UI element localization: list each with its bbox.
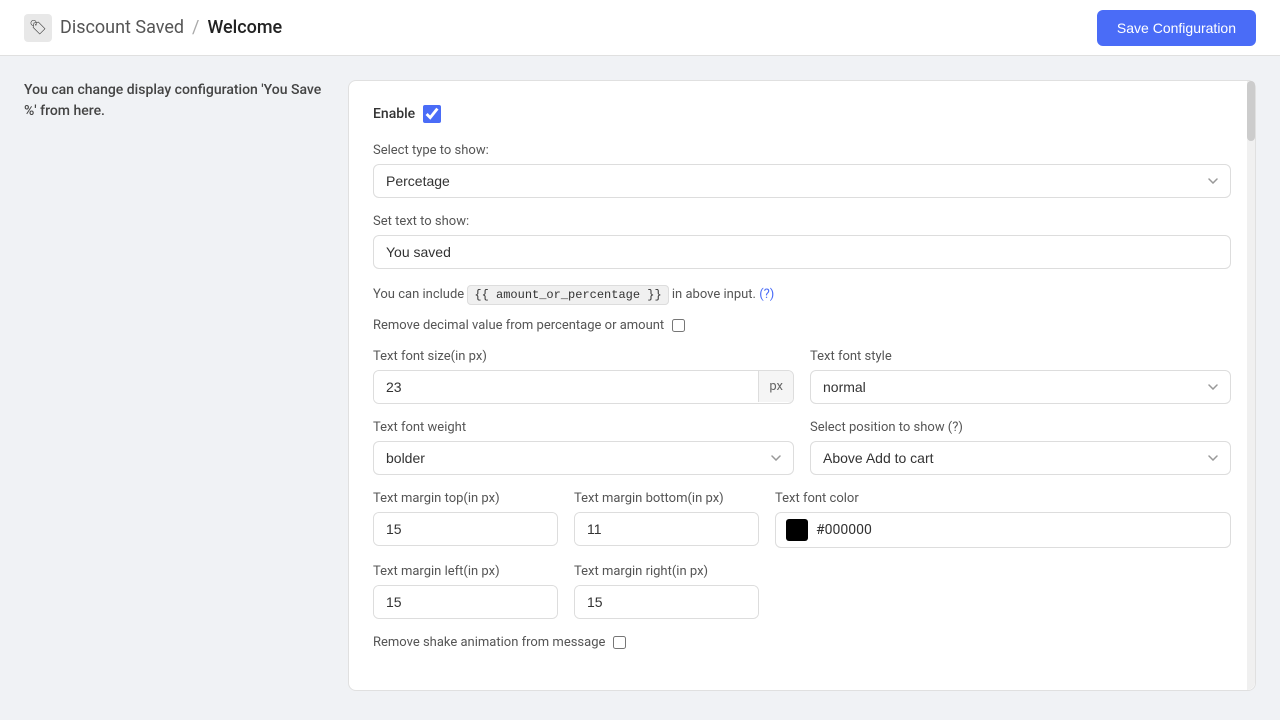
margin-left-col: Text margin left(in px) px <box>373 564 558 619</box>
set-text-input[interactable] <box>373 235 1231 269</box>
select-type-label: Select type to show: <box>373 143 1231 158</box>
font-color-input-group[interactable]: #000000 <box>775 512 1231 548</box>
margin-right-col: Text margin right(in px) px <box>574 564 759 619</box>
font-style-dropdown[interactable]: normal italic oblique <box>810 370 1231 404</box>
hint-help-link[interactable]: (?) <box>759 287 774 302</box>
position-col: Select position to show (?) Above Add to… <box>810 420 1231 475</box>
font-color-col: Text font color #000000 <box>775 491 1231 548</box>
font-weight-col: Text font weight normal bold bolder ligh… <box>373 420 794 475</box>
config-panel: Enable Select type to show: Percetage Am… <box>348 80 1256 691</box>
breadcrumb-item-welcome: Welcome <box>207 17 282 38</box>
app-icon: 🏷 <box>24 14 52 42</box>
margin-left-right-row: Text margin left(in px) px Text margin r… <box>373 564 1231 619</box>
margin-left-input-group: px <box>373 585 558 619</box>
margin-top-input-group: px <box>373 512 558 546</box>
scrollbar-track[interactable] <box>1247 81 1255 690</box>
enable-row: Enable <box>373 105 1231 123</box>
margin-left-label: Text margin left(in px) <box>373 564 558 579</box>
hint-text-before: You can include <box>373 287 464 302</box>
font-size-unit: px <box>758 371 793 402</box>
margin-top-label: Text margin top(in px) <box>373 491 558 506</box>
margin-bottom-label: Text margin bottom(in px) <box>574 491 759 506</box>
font-size-input-group: px <box>373 370 794 404</box>
enable-label: Enable <box>373 106 415 122</box>
font-weight-dropdown[interactable]: normal bold bolder lighter <box>373 441 794 475</box>
breadcrumb-separator: / <box>192 17 199 38</box>
margin-right-input-group: px <box>574 585 759 619</box>
margin-right-input[interactable] <box>575 586 759 618</box>
set-text-label: Set text to show: <box>373 214 1231 229</box>
font-style-label: Text font style <box>810 349 1231 364</box>
hint-row: You can include {{ amount_or_percentage … <box>373 285 1231 306</box>
scrollbar-thumb[interactable] <box>1247 81 1255 141</box>
main-content: You can change display configuration 'Yo… <box>0 56 1280 715</box>
remove-shake-row: Remove shake animation from message <box>373 635 1231 650</box>
margin-bottom-input[interactable] <box>575 513 759 545</box>
font-weight-label: Text font weight <box>373 420 794 435</box>
hint-code: {{ amount_or_percentage }} <box>467 285 668 305</box>
font-weight-position-row: Text font weight normal bold bolder ligh… <box>373 420 1231 475</box>
font-size-col: Text font size(in px) px <box>373 349 794 404</box>
color-swatch <box>786 519 808 541</box>
color-value: #000000 <box>816 522 872 538</box>
breadcrumb-item-discount-saved: Discount Saved <box>60 17 184 38</box>
margin-top-bottom-color-row: Text margin top(in px) px Text margin bo… <box>373 491 1231 548</box>
remove-shake-checkbox[interactable] <box>613 636 626 649</box>
margin-right-label: Text margin right(in px) <box>574 564 759 579</box>
select-type-row: Select type to show: Percetage Amount Bo… <box>373 143 1231 198</box>
font-style-col: Text font style normal italic oblique <box>810 349 1231 404</box>
breadcrumb: Discount Saved / Welcome <box>60 17 282 38</box>
margin-bottom-input-group: px <box>574 512 759 546</box>
font-color-label: Text font color <box>775 491 1231 506</box>
remove-decimal-row: Remove decimal value from percentage or … <box>373 318 1231 333</box>
set-text-row: Set text to show: <box>373 214 1231 269</box>
margin-top-col: Text margin top(in px) px <box>373 491 558 548</box>
select-type-dropdown[interactable]: Percetage Amount Both <box>373 164 1231 198</box>
font-size-style-row: Text font size(in px) px Text font style… <box>373 349 1231 404</box>
margin-left-input[interactable] <box>374 586 558 618</box>
position-dropdown[interactable]: Above Add to cart Below Add to cart Afte… <box>810 441 1231 475</box>
save-configuration-button[interactable]: Save Configuration <box>1097 10 1256 46</box>
remove-decimal-checkbox[interactable] <box>672 319 685 332</box>
header: 🏷 Discount Saved / Welcome Save Configur… <box>0 0 1280 56</box>
remove-shake-label: Remove shake animation from message <box>373 635 605 650</box>
margin-top-input[interactable] <box>374 513 558 545</box>
remove-decimal-label: Remove decimal value from percentage or … <box>373 318 664 333</box>
header-left: 🏷 Discount Saved / Welcome <box>24 14 282 42</box>
sidebar-description: You can change display configuration 'Yo… <box>24 80 324 691</box>
position-label: Select position to show (?) <box>810 420 1231 435</box>
font-size-label: Text font size(in px) <box>373 349 794 364</box>
margin-bottom-col: Text margin bottom(in px) px <box>574 491 759 548</box>
hint-text-after: in above input. <box>672 287 756 302</box>
sidebar-description-text: You can change display configuration 'Yo… <box>24 80 324 122</box>
enable-checkbox[interactable] <box>423 105 441 123</box>
font-size-input[interactable] <box>374 371 758 403</box>
